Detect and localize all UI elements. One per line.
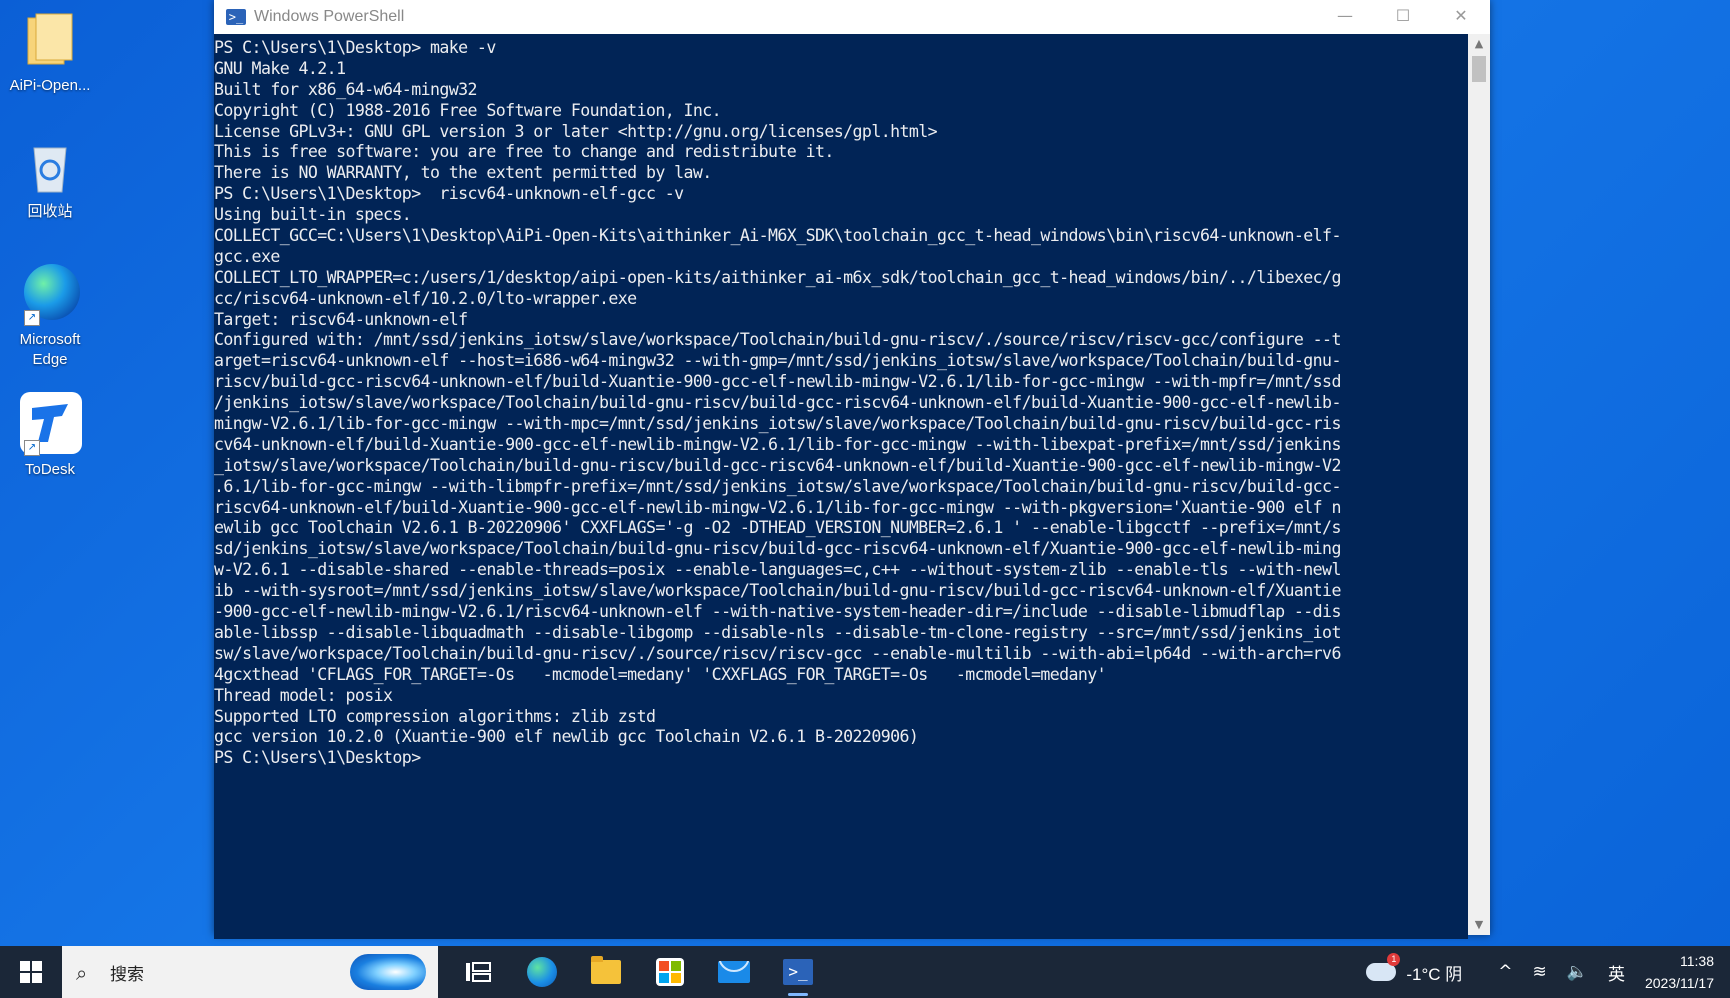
taskbar-search-box[interactable]: ⌕ 搜索	[62, 946, 438, 998]
edge-icon	[527, 957, 557, 987]
console-line: -900-gcc-elf-newlib-mingw-V2.6.1/riscv64…	[214, 602, 1341, 622]
console-line: cv64-unknown-elf/build-Xuantie-900-gcc-e…	[214, 434, 1341, 454]
powershell-icon: >_	[783, 959, 813, 985]
desktop-icon-edge[interactable]: ↗ Microsoft Edge	[2, 262, 98, 370]
console-line: riscv/build-gcc-riscv64-unknown-elf/buil…	[214, 372, 1341, 392]
store-icon	[656, 958, 684, 986]
console-line: There is NO WARRANTY, to the extent perm…	[214, 163, 712, 183]
input-method-indicator[interactable]: 英	[1608, 960, 1625, 985]
console-line: COLLECT_LTO_WRAPPER=c:/users/1/desktop/a…	[214, 267, 1341, 287]
minimize-button[interactable]: —	[1316, 0, 1374, 30]
scroll-up-arrow-icon[interactable]: ▲	[1468, 34, 1490, 54]
clock-time: 11:38	[1680, 953, 1714, 969]
system-clock[interactable]: 11:38 2023/11/17	[1645, 950, 1714, 994]
console-line: .6.1/lib-for-gcc-mingw --with-libmpfr-pr…	[214, 476, 1341, 496]
console-line: mingw-V2.6.1/lib-for-gcc-mingw --with-mp…	[214, 414, 1341, 434]
vertical-scrollbar[interactable]: ▲ ▼	[1468, 34, 1490, 935]
console-line: Target: riscv64-unknown-elf	[214, 309, 468, 329]
start-button[interactable]	[0, 946, 62, 998]
recycle-bin-icon	[18, 134, 82, 198]
cloud-icon: 1	[1366, 953, 1401, 981]
scrollbar-thumb[interactable]	[1472, 56, 1486, 82]
taskbar-store-button[interactable]	[638, 946, 702, 998]
console-line: w-V2.6.1 --disable-shared --enable-threa…	[214, 560, 1341, 580]
clock-date: 2023/11/17	[1644, 975, 1714, 991]
console-line: License GPLv3+: GNU GPL version 3 or lat…	[214, 121, 938, 141]
console-line: COLLECT_GCC=C:\Users\1\Desktop\AiPi-Open…	[214, 226, 1341, 246]
console-output[interactable]: PS C:\Users\1\Desktop> make -v GNU Make 4…	[214, 34, 1468, 939]
console-line: Using built-in specs.	[214, 205, 412, 225]
console-line: GNU Make 4.2.1	[214, 58, 346, 78]
console-line: /jenkins_iotsw/slave/workspace/Toolchain…	[214, 393, 1341, 413]
console-line: PS C:\Users\1\Desktop>	[214, 748, 421, 768]
console-line: PS C:\Users\1\Desktop> make -v	[214, 38, 496, 57]
mail-icon	[718, 961, 750, 983]
task-view-icon	[466, 962, 491, 982]
powershell-window[interactable]: >_ Windows PowerShell — ☐ ✕ PS C:\Users\…	[214, 0, 1490, 939]
desktop-icon-recycle-bin[interactable]: 回收站	[2, 134, 98, 222]
console-line: cc/riscv64-unknown-elf/10.2.0/lto-wrappe…	[214, 288, 637, 308]
console-line: sw/slave/workspace/Toolchain/build-gnu-r…	[214, 643, 1341, 663]
console-line: This is free software: you are free to c…	[214, 142, 834, 162]
taskbar: ⌕ 搜索 >_ 1 -1°C 阴 ^ ≋ �	[0, 946, 1730, 998]
desktop-icon-aipi-open[interactable]: AiPi-Open...	[2, 8, 98, 96]
maximize-button[interactable]: ☐	[1374, 0, 1432, 30]
task-view-button[interactable]	[446, 946, 510, 998]
network-icon[interactable]: ≋	[1533, 962, 1547, 982]
console-line: gcc.exe	[214, 246, 280, 266]
console-line: arget=riscv64-unknown-elf --host=i686-w6…	[214, 351, 1341, 371]
console-line: Configured with: /mnt/ssd/jenkins_iotsw/…	[214, 330, 1341, 350]
window-title: Windows PowerShell	[254, 8, 405, 25]
close-button[interactable]: ✕	[1432, 0, 1490, 30]
shortcut-arrow-icon: ↗	[24, 440, 40, 456]
search-icon: ⌕	[76, 961, 88, 985]
console-line: Supported LTO compression algorithms: zl…	[214, 706, 656, 726]
desktop-icon-label: Microsoft Edge	[19, 331, 81, 368]
todesk-icon: ↗	[18, 392, 82, 456]
console-line: ib --with-sysroot=/mnt/ssd/jenkins_iotsw…	[214, 581, 1341, 601]
desktop-icon-label: ToDesk	[24, 461, 76, 478]
folder-icon	[18, 8, 82, 72]
windows-logo-icon	[20, 961, 42, 983]
taskbar-file-explorer-button[interactable]	[574, 946, 638, 998]
console-line: Built for x86_64-w64-mingw32	[214, 79, 478, 99]
weather-widget[interactable]: 1 -1°C 阴	[1366, 953, 1463, 985]
console-line: riscv64-unknown-elf/build-Xuantie-900-gc…	[214, 497, 1341, 517]
console-line: ewlib gcc Toolchain V2.6.1 B-20220906' C…	[214, 518, 1341, 538]
edge-icon: ↗	[18, 262, 82, 326]
notification-badge: 1	[1387, 953, 1401, 966]
volume-icon[interactable]: 🔈	[1567, 962, 1588, 982]
search-placeholder: 搜索	[110, 964, 144, 984]
console-line: Thread model: posix	[214, 685, 393, 705]
scroll-down-arrow-icon[interactable]: ▼	[1468, 915, 1490, 935]
desktop-icon-todesk[interactable]: ↗ ToDesk	[2, 392, 98, 480]
desktop-icon-label: AiPi-Open...	[9, 77, 91, 94]
console-line: Copyright (C) 1988-2016 Free Software Fo…	[214, 100, 722, 120]
file-explorer-icon	[591, 956, 621, 984]
shortcut-arrow-icon: ↗	[24, 310, 40, 326]
desktop-icon-label: 回收站	[27, 203, 73, 220]
window-titlebar[interactable]: >_ Windows PowerShell — ☐ ✕	[214, 0, 1490, 34]
console-line: able-libssp --disable-libquadmath --disa…	[214, 622, 1341, 642]
console-line: 4gcxthead 'CFLAGS_FOR_TARGET=-Os -mcmode…	[214, 664, 1107, 684]
taskbar-edge-button[interactable]	[510, 946, 574, 998]
show-hidden-icons-chevron-icon[interactable]: ^	[1498, 962, 1512, 982]
taskbar-powershell-button[interactable]: >_	[766, 946, 830, 998]
powershell-icon: >_	[226, 9, 246, 25]
weather-text: -1°C 阴	[1406, 964, 1463, 984]
taskbar-mail-button[interactable]	[702, 946, 766, 998]
console-line: PS C:\Users\1\Desktop> riscv64-unknown-e…	[214, 184, 684, 204]
bing-search-highlight-icon[interactable]	[350, 954, 426, 990]
console-line: sd/jenkins_iotsw/slave/workspace/Toolcha…	[214, 539, 1341, 559]
console-line: _iotsw/slave/workspace/Toolchain/build-g…	[214, 455, 1341, 475]
console-line: gcc version 10.2.0 (Xuantie-900 elf newl…	[214, 727, 919, 747]
